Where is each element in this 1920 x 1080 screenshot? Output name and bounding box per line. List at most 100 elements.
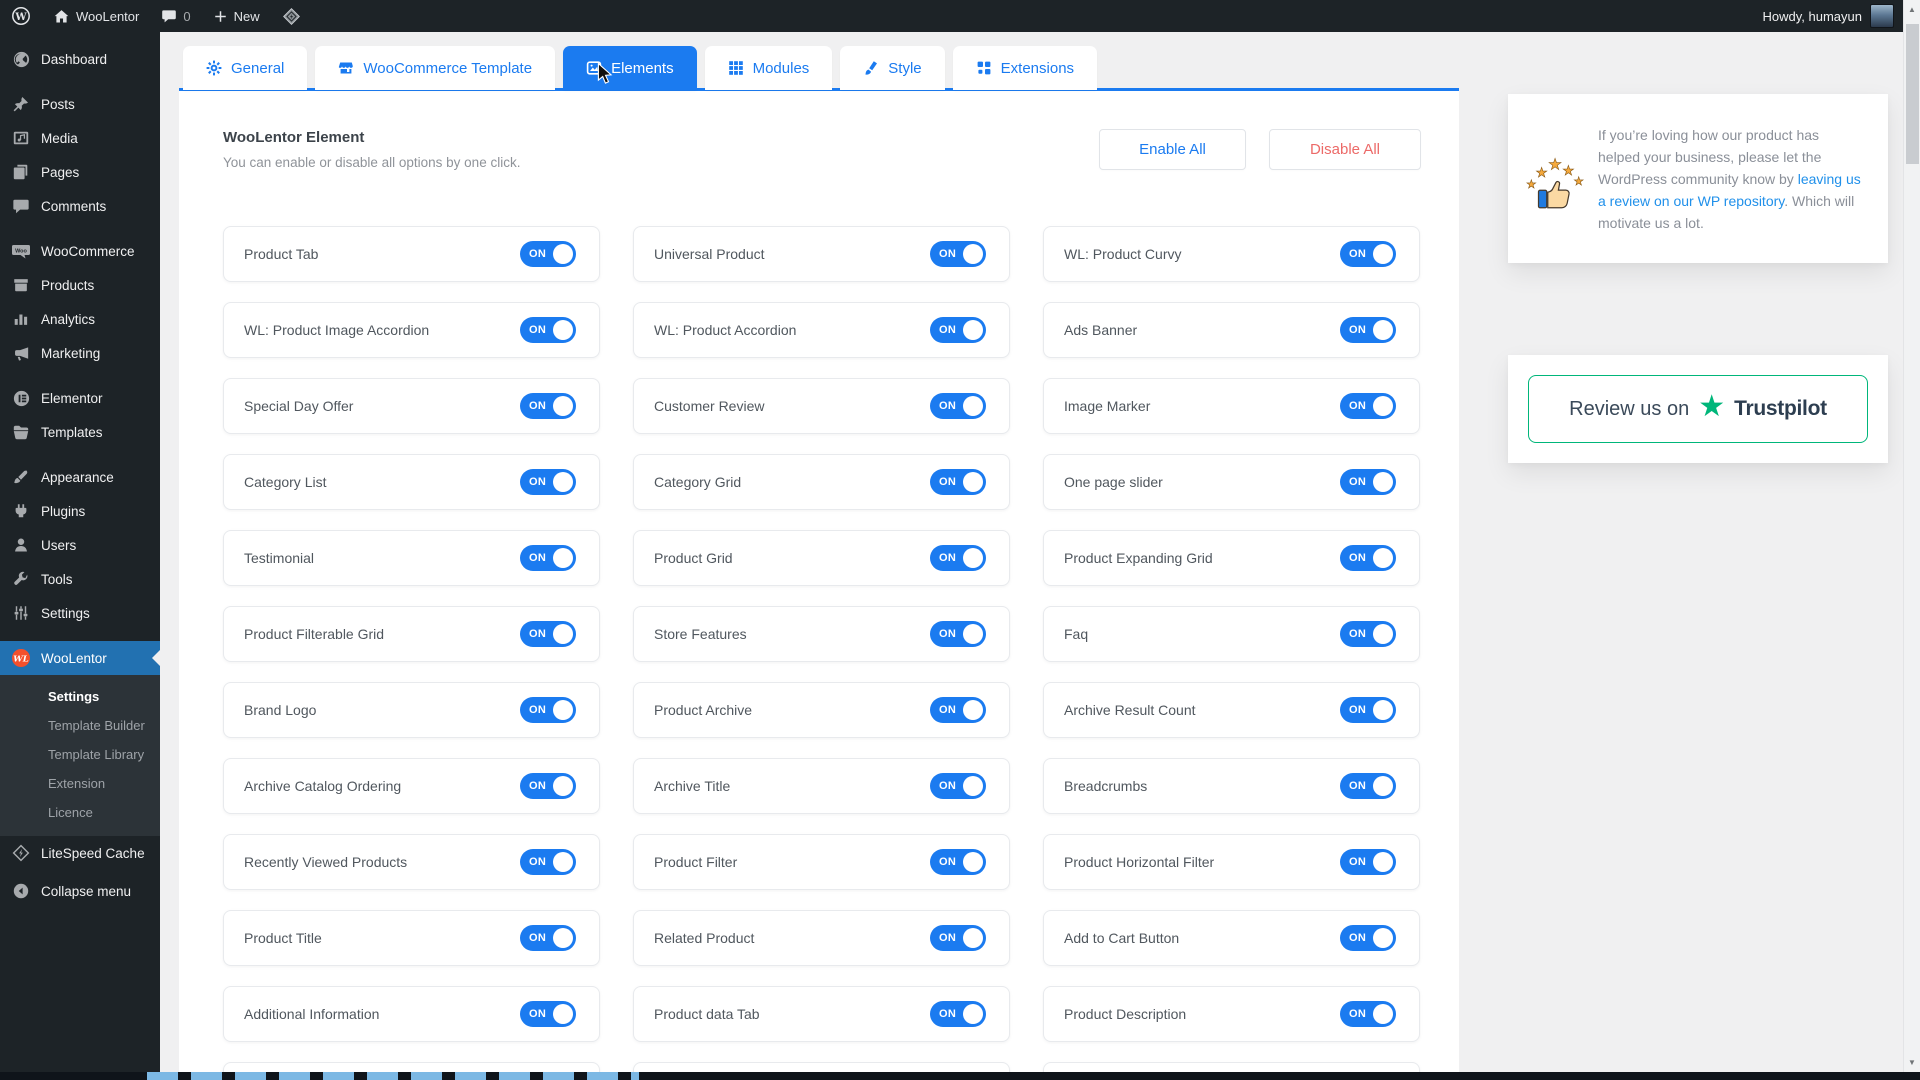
home-icon: [54, 9, 69, 22]
toggle-related-product[interactable]: ON: [930, 925, 986, 951]
toggle-faq[interactable]: ON: [1340, 621, 1396, 647]
toggle-product-data-tab[interactable]: ON: [930, 1001, 986, 1027]
sidebar-item-comments[interactable]: Comments: [0, 189, 160, 223]
review-request-box: ★ ★ ★ ★ ★ If you’re loving how our produ…: [1508, 94, 1888, 263]
comments-link[interactable]: 0: [150, 0, 201, 32]
toggle-recently-viewed-products[interactable]: ON: [520, 849, 576, 875]
sidebar-item-pages[interactable]: Pages: [0, 155, 160, 189]
scroll-down-arrow[interactable]: ▼: [1904, 1058, 1920, 1067]
modules-icon: [728, 60, 744, 76]
toggle-customer-review[interactable]: ON: [930, 393, 986, 419]
scrollbar-thumb[interactable]: [1906, 24, 1919, 164]
sidebar-item-templates[interactable]: Templates: [0, 415, 160, 449]
toggle-wl-product-accordion[interactable]: ON: [930, 317, 986, 343]
toggle-product-grid[interactable]: ON: [930, 545, 986, 571]
toggle-product-title[interactable]: ON: [520, 925, 576, 951]
toggle-breadcrumbs[interactable]: ON: [1340, 773, 1396, 799]
disable-all-button[interactable]: Disable All: [1269, 129, 1421, 170]
element-card-category-grid: Category Grid ON: [633, 454, 1010, 510]
toggle-wl-product-image-accordion[interactable]: ON: [520, 317, 576, 343]
toggle-testimonial[interactable]: ON: [520, 545, 576, 571]
submenu-item-licence[interactable]: Licence: [0, 798, 160, 827]
toggle-product-archive[interactable]: ON: [930, 697, 986, 723]
element-card-product-expanding-grid: Product Expanding Grid ON: [1043, 530, 1420, 586]
toggle-ads-banner[interactable]: ON: [1340, 317, 1396, 343]
wordpress-logo[interactable]: W: [0, 0, 42, 32]
element-label: Product Archive: [654, 702, 753, 718]
submenu-item-extension[interactable]: Extension: [0, 769, 160, 798]
toggle-product-filterable-grid[interactable]: ON: [520, 621, 576, 647]
site-name-link[interactable]: WooLentor: [42, 0, 150, 32]
submenu-item-template-library[interactable]: Template Library: [0, 740, 160, 769]
element-label: Additional Information: [244, 1006, 380, 1022]
toggle-product-expanding-grid[interactable]: ON: [1340, 545, 1396, 571]
sidebar-item-dashboard[interactable]: Dashboard: [0, 42, 160, 76]
toggle-special-day-offer[interactable]: ON: [520, 393, 576, 419]
toggle-additional-information[interactable]: ON: [520, 1001, 576, 1027]
toggle-archive-catalog-ordering[interactable]: ON: [520, 773, 576, 799]
sidebar-item-plugins[interactable]: Plugins: [0, 494, 160, 528]
toggle-image-marker[interactable]: ON: [1340, 393, 1396, 419]
sidebar-item-tools[interactable]: Tools: [0, 562, 160, 596]
enable-all-button[interactable]: Enable All: [1099, 129, 1246, 170]
toggle-archive-title[interactable]: ON: [930, 773, 986, 799]
sidebar-item-woolentor[interactable]: WL WooLentor: [0, 641, 160, 675]
toggle-universal-product[interactable]: ON: [930, 241, 986, 267]
avatar[interactable]: [1870, 4, 1894, 28]
howdy-text[interactable]: Howdy, humayun: [1763, 9, 1862, 24]
tab-general[interactable]: General: [183, 46, 308, 90]
toggle-archive-result-count[interactable]: ON: [1340, 697, 1396, 723]
element-card-add-to-cart-button: Add to Cart Button ON: [1043, 910, 1420, 966]
element-label: Product data Tab: [654, 1006, 760, 1022]
toggle-knob: [1373, 928, 1393, 948]
litespeed-adminbar-button[interactable]: [271, 0, 312, 32]
trustpilot-review-button[interactable]: Review us on ★ Trustpilot: [1528, 375, 1868, 443]
site-name: WooLentor: [76, 8, 140, 24]
sidebar-item-marketing[interactable]: Marketing: [0, 336, 160, 370]
tab-elements[interactable]: Elements: [563, 46, 697, 90]
posts-icon: [11, 94, 31, 114]
toggle-store-features[interactable]: ON: [930, 621, 986, 647]
svg-text:W: W: [14, 12, 27, 23]
sidebar-item-woocommerce[interactable]: Woo WooCommerce: [0, 234, 160, 268]
toggle-knob: [553, 396, 573, 416]
toggle-one-page-slider[interactable]: ON: [1340, 469, 1396, 495]
sidebar-item-appearance[interactable]: Appearance: [0, 460, 160, 494]
toggle-product-description[interactable]: ON: [1340, 1001, 1396, 1027]
sidebar-item-litespeed-cache[interactable]: LiteSpeed Cache: [0, 836, 160, 870]
submenu-item-template-builder[interactable]: Template Builder: [0, 711, 160, 740]
toggle-wl-product-curvy[interactable]: ON: [1340, 241, 1396, 267]
submenu-item-settings[interactable]: Settings: [0, 682, 160, 711]
wordpress-icon: W: [12, 7, 30, 25]
tab-style[interactable]: Style: [840, 46, 945, 90]
sidebar-item-analytics[interactable]: Analytics: [0, 302, 160, 336]
toggle-knob: [963, 776, 983, 796]
thumbs-up-stars-icon: ★ ★ ★ ★ ★: [1522, 124, 1588, 235]
toggle-brand-logo[interactable]: ON: [520, 697, 576, 723]
sidebar-item-media[interactable]: Media: [0, 121, 160, 155]
sidebar-item-settings[interactable]: Settings: [0, 596, 160, 630]
litespeed-icon: [11, 843, 31, 863]
svg-text:Woo: Woo: [15, 248, 27, 254]
toggle-category-list[interactable]: ON: [520, 469, 576, 495]
sidebar-item-users[interactable]: Users: [0, 528, 160, 562]
tab-woocommerce-template[interactable]: WooCommerce Template: [315, 46, 556, 90]
element-card-universal-product: Universal Product ON: [633, 226, 1010, 282]
sidebar-item-products[interactable]: Products: [0, 268, 160, 302]
toggle-product-tab[interactable]: ON: [520, 241, 576, 267]
sidebar-item-collapse-menu[interactable]: Collapse menu: [0, 874, 160, 908]
scroll-up-arrow[interactable]: ▲: [1904, 5, 1920, 14]
scrollbar[interactable]: ▲ ▼: [1903, 0, 1920, 1080]
woolentor-submenu: Settings Template Builder Template Library…: [0, 675, 160, 836]
sidebar-item-posts[interactable]: Posts: [0, 87, 160, 121]
toggle-add-to-cart-button[interactable]: ON: [1340, 925, 1396, 951]
toggle-product-filter[interactable]: ON: [930, 849, 986, 875]
toggle-product-horizontal-filter[interactable]: ON: [1340, 849, 1396, 875]
review-request-text: If you’re loving how our product has hel…: [1598, 127, 1861, 232]
tab-modules[interactable]: Modules: [704, 46, 833, 90]
tab-extensions[interactable]: Extensions: [952, 46, 1098, 90]
new-content-link[interactable]: New: [202, 0, 271, 32]
toggle-category-grid[interactable]: ON: [930, 469, 986, 495]
sidebar-item-elementor[interactable]: Elementor: [0, 381, 160, 415]
element-label: Faq: [1064, 626, 1089, 642]
